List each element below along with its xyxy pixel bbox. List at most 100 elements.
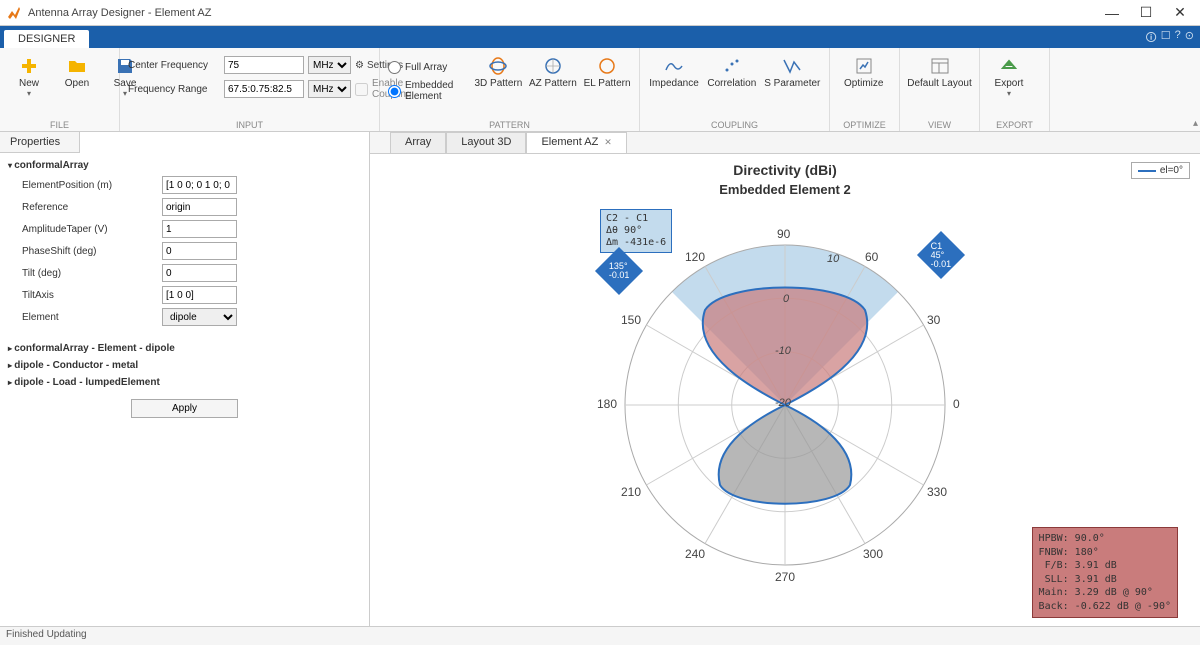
- layout-icon: [930, 56, 950, 76]
- chart-legend: el=0°: [1131, 162, 1190, 179]
- el-pattern-button[interactable]: EL Pattern: [583, 52, 631, 93]
- tilt-label: Tilt (deg): [22, 268, 162, 279]
- freq-range-unit[interactable]: MHz: [308, 80, 351, 98]
- sparameter-icon: [782, 56, 802, 76]
- gear-icon: ⚙: [355, 60, 364, 71]
- cursor-diff-box[interactable]: C2 - C1 Δθ 90° Δm -431e-6: [600, 209, 672, 253]
- angle-210: 210: [621, 485, 641, 499]
- apply-button[interactable]: Apply: [131, 399, 238, 418]
- export-section-label: EXPORT: [980, 120, 1049, 130]
- angle-90: 90: [777, 227, 790, 241]
- full-array-radio[interactable]: Full Array: [388, 58, 468, 76]
- az-pattern-icon: [543, 56, 563, 76]
- correlation-icon: [722, 56, 742, 76]
- element-position-input[interactable]: [162, 176, 237, 194]
- new-button[interactable]: New ▾: [8, 52, 50, 102]
- embedded-element-radio[interactable]: Embedded Element: [388, 82, 468, 100]
- collapse-toolstrip-icon[interactable]: ▴: [1193, 118, 1198, 129]
- reference-input[interactable]: [162, 198, 237, 216]
- dipole-conductor-group[interactable]: dipole - Conductor - metal: [8, 357, 361, 374]
- status-bar: Finished Updating: [0, 626, 1200, 645]
- correlation-button[interactable]: Correlation: [706, 52, 758, 93]
- optimize-icon: [854, 56, 874, 76]
- collapse-ribbon-icon[interactable]: ⊙: [1185, 29, 1194, 48]
- minimize-button[interactable]: —: [1098, 3, 1126, 23]
- center-freq-input[interactable]: [224, 56, 304, 74]
- coupling-section-label: COUPLING: [640, 120, 829, 130]
- default-layout-button[interactable]: Default Layout: [908, 52, 971, 93]
- sparameter-button[interactable]: S Parameter: [764, 52, 821, 93]
- tab-element-az[interactable]: Element AZ✕: [526, 132, 626, 153]
- properties-tab[interactable]: Properties: [0, 132, 80, 153]
- amplitude-taper-label: AmplitudeTaper (V): [22, 224, 162, 235]
- export-button[interactable]: Export ▾: [988, 52, 1030, 102]
- polar-chart[interactable]: Directivity (dBi) Embedded Element 2 el=…: [370, 154, 1200, 626]
- open-button[interactable]: Open: [56, 52, 98, 93]
- radial-0: 0: [783, 293, 789, 305]
- freq-range-input[interactable]: [224, 80, 304, 98]
- radial-10: 10: [827, 253, 839, 265]
- angle-30: 30: [927, 313, 940, 327]
- tilt-axis-input[interactable]: [162, 286, 237, 304]
- angle-300: 300: [863, 547, 883, 561]
- help-icon[interactable]: 🛈: [1146, 29, 1157, 48]
- q-icon[interactable]: ?: [1175, 29, 1181, 48]
- angle-270: 270: [775, 570, 795, 584]
- conformal-element-dipole-group[interactable]: conformalArray - Element - dipole: [8, 340, 361, 357]
- angle-180: 180: [597, 397, 617, 411]
- title-bar: Antenna Array Designer - Element AZ — ☐ …: [0, 0, 1200, 26]
- maximize-button[interactable]: ☐: [1132, 3, 1160, 23]
- el-pattern-icon: [597, 56, 617, 76]
- center-freq-unit[interactable]: MHz: [308, 56, 351, 74]
- center-freq-label: Center Frequency: [128, 60, 220, 71]
- visualization-panel: Array Layout 3D Element AZ✕ Directivity …: [370, 132, 1200, 626]
- amplitude-taper-input[interactable]: [162, 220, 237, 238]
- doc-icon[interactable]: ☐: [1161, 29, 1171, 48]
- phase-shift-label: PhaseShift (deg): [22, 246, 162, 257]
- tilt-input[interactable]: [162, 264, 237, 282]
- plus-icon: [19, 56, 39, 76]
- angle-150: 150: [621, 313, 641, 327]
- properties-panel: Properties conformalArray ElementPositio…: [0, 132, 370, 626]
- impedance-icon: [664, 56, 684, 76]
- conformal-array-group[interactable]: conformalArray: [8, 157, 361, 174]
- ribbon-tab-bar: DESIGNER 🛈 ☐ ? ⊙: [0, 26, 1200, 48]
- impedance-button[interactable]: Impedance: [648, 52, 700, 93]
- stats-box: HPBW: 90.0° FNBW: 180° F/B: 3.91 dB SLL:…: [1032, 527, 1178, 618]
- angle-0: 0: [953, 397, 960, 411]
- 3d-pattern-icon: [488, 56, 508, 76]
- reference-label: Reference: [22, 202, 162, 213]
- tab-layout-3d[interactable]: Layout 3D: [446, 132, 526, 153]
- tab-array[interactable]: Array: [390, 132, 446, 153]
- optimize-button[interactable]: Optimize: [838, 52, 889, 93]
- window-title: Antenna Array Designer - Element AZ: [28, 7, 1098, 19]
- angle-240: 240: [685, 547, 705, 561]
- designer-tab[interactable]: DESIGNER: [4, 30, 89, 48]
- tilt-axis-label: TiltAxis: [22, 290, 162, 301]
- close-tab-icon[interactable]: ✕: [604, 137, 612, 147]
- matlab-logo-icon: [6, 5, 22, 21]
- pattern-section-label: PATTERN: [380, 120, 639, 130]
- view-section-label: VIEW: [900, 120, 979, 130]
- toolstrip: New ▾ Open Save ▾ FILE Center Frequency …: [0, 48, 1200, 132]
- freq-range-label: Frequency Range: [128, 84, 220, 95]
- close-button[interactable]: ✕: [1166, 3, 1194, 23]
- phase-shift-input[interactable]: [162, 242, 237, 260]
- 3d-pattern-button[interactable]: 3D Pattern: [474, 52, 523, 93]
- element-position-label: ElementPosition (m): [22, 180, 162, 191]
- angle-330: 330: [927, 485, 947, 499]
- export-icon: [999, 56, 1019, 76]
- az-pattern-button[interactable]: AZ Pattern: [529, 52, 578, 93]
- input-section-label: INPUT: [120, 120, 379, 130]
- element-select[interactable]: dipole: [162, 308, 237, 326]
- folder-open-icon: [67, 56, 87, 76]
- chart-title: Directivity (dBi): [370, 162, 1200, 178]
- dipole-load-group[interactable]: dipole - Load - lumpedElement: [8, 374, 361, 391]
- radial-neg10: -10: [775, 345, 791, 357]
- file-section-label: FILE: [0, 120, 119, 130]
- radial-neg20: -20: [775, 397, 791, 409]
- angle-120: 120: [685, 250, 705, 264]
- optimize-section-label: OPTIMIZE: [830, 120, 899, 130]
- angle-60: 60: [865, 250, 878, 264]
- element-select-label: Element: [22, 312, 162, 323]
